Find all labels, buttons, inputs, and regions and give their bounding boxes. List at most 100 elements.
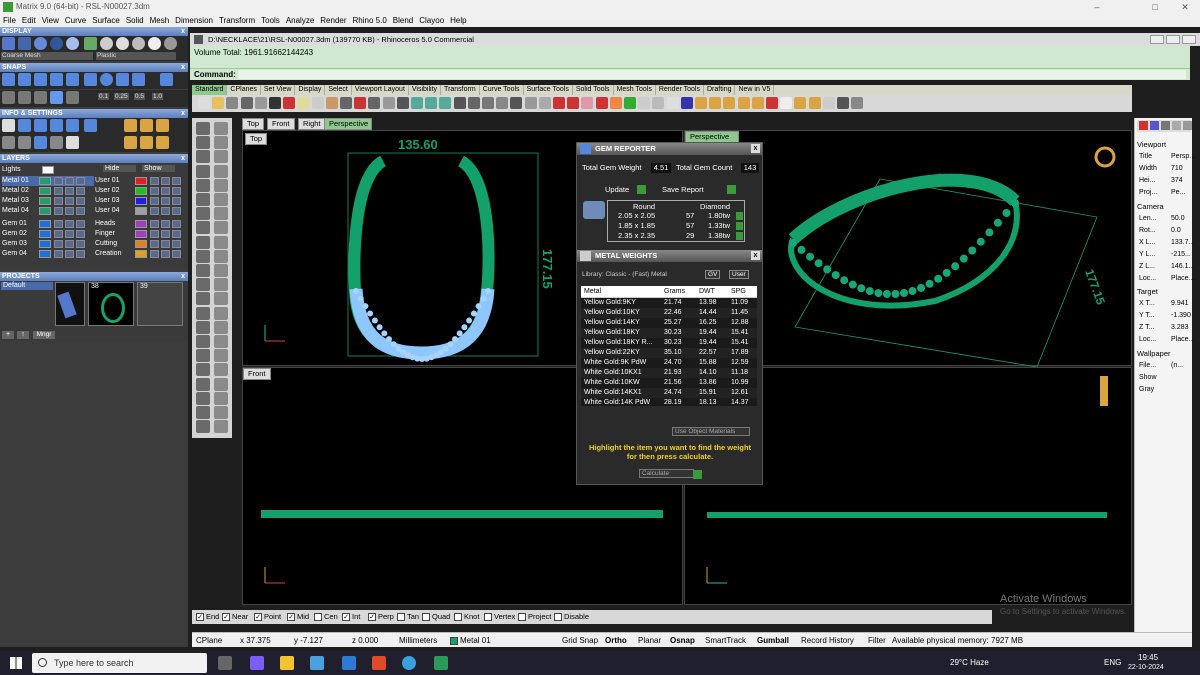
xray-sphere-icon[interactable]: [66, 37, 79, 50]
toolbar-tool-icon[interactable]: [581, 97, 594, 109]
layer-color-swatch[interactable]: [135, 220, 147, 228]
info-g-icon[interactable]: [18, 136, 31, 149]
update-go-icon[interactable]: [637, 185, 646, 194]
checkbox[interactable]: ✓: [342, 613, 350, 622]
tool-tab[interactable]: Visibility: [409, 85, 442, 95]
layer-row[interactable]: Finger: [95, 229, 185, 239]
copilot-icon[interactable]: [250, 656, 264, 670]
toolbar-tool-icon[interactable]: [609, 97, 622, 109]
menu-solid[interactable]: Solid: [123, 14, 147, 27]
layer-toggle-icon[interactable]: [150, 240, 159, 248]
menu-mesh[interactable]: Mesh: [147, 14, 173, 27]
doc-close-button[interactable]: [1182, 35, 1196, 44]
property-value[interactable]: -1.390: [1171, 311, 1191, 321]
checkbox[interactable]: [454, 613, 462, 622]
property-row[interactable]: Y L... -215...: [1139, 250, 1193, 260]
checkbox[interactable]: [518, 613, 526, 622]
command-input[interactable]: [238, 70, 1186, 79]
menu-render[interactable]: Render: [317, 14, 349, 27]
tool-tab[interactable]: Select: [325, 85, 352, 95]
smarttrack-toggle[interactable]: SmartTrack: [705, 633, 746, 648]
property-row[interactable]: X T... 9.941: [1139, 299, 1193, 309]
file-explorer-icon[interactable]: [280, 656, 294, 670]
layer-color-swatch[interactable]: [135, 230, 147, 238]
property-row[interactable]: Title Persp...: [1139, 152, 1195, 162]
clock-date[interactable]: 22-10-2024: [1128, 664, 1164, 671]
metal-row[interactable]: White Gold:14K PdW 28.19 18.13 14.37: [581, 398, 757, 406]
toolbar-tool-icon[interactable]: [723, 97, 736, 109]
show-button[interactable]: Show: [142, 165, 175, 172]
update-button[interactable]: Update: [605, 185, 629, 194]
layer-toggle-icon[interactable]: [65, 197, 74, 205]
side-tool-icon[interactable]: [196, 377, 210, 391]
metal-row[interactable]: Yellow Gold:10KY 22.46 14.44 11.45: [581, 308, 757, 318]
snap-value-1[interactable]: 0.1: [98, 93, 110, 100]
property-value[interactable]: Pe...: [1171, 188, 1185, 198]
osnap-vertex[interactable]: Vertex: [484, 610, 515, 624]
info-b-icon[interactable]: [34, 119, 47, 132]
status-cplane[interactable]: CPlane: [196, 633, 222, 648]
info-d-icon[interactable]: [66, 119, 79, 132]
layer-color-swatch[interactable]: [135, 207, 147, 215]
layer-toggle-icon[interactable]: [76, 250, 85, 258]
status-units[interactable]: Millimeters: [399, 633, 437, 648]
menu-tools[interactable]: Tools: [258, 14, 283, 27]
metal-row[interactable]: Yellow Gold:18KY R... 30.23 19.44 15.41: [581, 338, 757, 348]
close-icon[interactable]: x: [751, 251, 760, 260]
property-row[interactable]: Hei... 374: [1139, 176, 1193, 186]
viewport-label-front[interactable]: Front: [243, 368, 271, 380]
snap-quad-icon[interactable]: [100, 73, 113, 86]
property-row[interactable]: Show: [1139, 373, 1193, 383]
taskbar-search[interactable]: Type here to search: [32, 653, 207, 673]
layer-row[interactable]: User 02: [95, 186, 185, 196]
side-tool-icon[interactable]: [214, 235, 228, 249]
ghosted-sphere-icon[interactable]: [50, 37, 63, 50]
side-tool-icon[interactable]: [196, 122, 210, 135]
menu-clayoo[interactable]: Clayoo: [416, 14, 447, 27]
side-tool-icon[interactable]: [214, 320, 228, 334]
brave-icon[interactable]: [372, 656, 386, 670]
toolbar-tool-icon[interactable]: [553, 97, 565, 109]
tools-tab-icon[interactable]: [1183, 121, 1192, 130]
gold-c-icon[interactable]: [156, 119, 169, 132]
hide-button[interactable]: Hide: [103, 165, 136, 172]
toolbar-tool-icon[interactable]: [297, 97, 310, 109]
toolbar-tool-icon[interactable]: [524, 97, 537, 109]
metal-row[interactable]: Yellow Gold:18KY 30.23 19.44 15.41: [581, 328, 757, 338]
toolbar-tool-icon[interactable]: [709, 97, 722, 109]
side-tool-icon[interactable]: [196, 164, 210, 178]
osnap-perp[interactable]: ✓ Perp: [368, 610, 394, 624]
weather-text[interactable]: 29°C Haze: [950, 658, 989, 667]
layers-tab-icon[interactable]: [1150, 121, 1159, 130]
side-tool-icon[interactable]: [214, 278, 228, 292]
property-value[interactable]: 374: [1171, 176, 1183, 186]
metal-sphere-icon[interactable]: [100, 37, 113, 50]
record-history-toggle[interactable]: Record History: [801, 633, 854, 648]
layer-toggle-icon[interactable]: [172, 240, 181, 248]
side-tool-icon[interactable]: [214, 406, 228, 419]
layer-toggle-icon[interactable]: [161, 197, 170, 205]
snap-mid-icon[interactable]: [66, 73, 79, 86]
side-tool-icon[interactable]: [214, 136, 228, 150]
toolbar-tool-icon[interactable]: [624, 97, 636, 109]
side-tool-icon[interactable]: [196, 278, 210, 292]
osnap-end[interactable]: ✓ End: [196, 610, 219, 624]
osnap-toggle[interactable]: Osnap: [670, 633, 695, 648]
menu-analyze[interactable]: Analyze: [283, 14, 317, 27]
display-tab-icon[interactable]: [1161, 121, 1170, 130]
layer-toggle-icon[interactable]: [150, 177, 159, 185]
toolbar-tool-icon[interactable]: [496, 97, 509, 109]
metal-row[interactable]: White Gold:10KW 21.56 13.86 10.99: [581, 378, 757, 388]
toolbar-tool-icon[interactable]: [354, 97, 367, 109]
layer-toggle-icon[interactable]: [54, 197, 63, 205]
close-icon[interactable]: x: [181, 109, 185, 118]
side-tool-icon[interactable]: [214, 122, 228, 135]
layer-color-swatch[interactable]: [39, 230, 51, 238]
side-tool-icon[interactable]: [196, 221, 210, 235]
property-value[interactable]: Persp...: [1171, 152, 1195, 162]
gem-row[interactable]: 2.05 x 2.05 57 1.80tw: [608, 211, 746, 221]
side-tool-icon[interactable]: [196, 264, 210, 277]
tool-tab[interactable]: Curve Tools: [480, 85, 524, 95]
property-value[interactable]: Place...: [1171, 274, 1194, 284]
tool-tab[interactable]: Mesh Tools: [614, 85, 656, 95]
